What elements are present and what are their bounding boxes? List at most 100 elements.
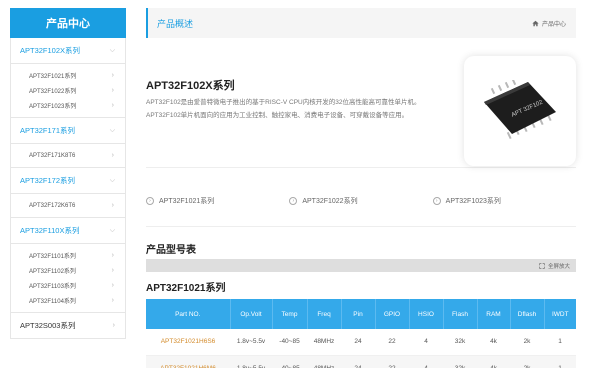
sidebar-item[interactable]: APT32F172K6T6 › xyxy=(11,198,125,213)
main-content: 产品概述 产品中心 APT32F102X系列 APT32F102是由爱普特微电子… xyxy=(146,8,576,368)
chevron-down-icon: ⌵ xyxy=(109,126,115,134)
variant-link[interactable]: › APT32F1021系列 xyxy=(146,196,289,206)
page-title: 产品概述 xyxy=(157,18,194,29)
col-header: Dflash xyxy=(510,299,545,329)
col-header: Pin xyxy=(341,299,376,329)
table-cell: -40~85 xyxy=(272,329,307,356)
col-header: HSIO xyxy=(409,299,444,329)
chevron-right-icon: › xyxy=(111,87,114,94)
chevron-right-icon: › xyxy=(111,102,114,109)
category-label: APT32F172系列 xyxy=(20,176,76,185)
table-cell: 22 xyxy=(375,355,409,368)
submenu-apt32f102x: APT32F1021系列 › APT32F1022系列 › APT32F1023系列… xyxy=(10,64,126,118)
chevron-down-icon: ⌵ xyxy=(109,46,115,54)
fullscreen-bar[interactable]: 全屏放大 xyxy=(146,259,576,272)
col-header: Temp xyxy=(272,299,308,329)
sidebar-item[interactable]: APT32F1102系列 › xyxy=(11,263,125,278)
part-number-link[interactable]: APT32F1021H6M6 xyxy=(146,355,230,368)
table-cell: 1.8v~5.5v xyxy=(230,329,272,356)
arrow-circle-icon: › xyxy=(432,197,441,205)
variant-link[interactable]: › APT32F1022系列 xyxy=(289,196,432,206)
sidebar-item[interactable]: APT32F1101系列 › xyxy=(11,248,125,263)
category-label: APT32F110X系列 xyxy=(20,226,80,235)
sidebar-title: 产品中心 xyxy=(10,8,126,38)
col-header: RAM xyxy=(477,299,511,329)
chevron-right-icon: › xyxy=(111,152,114,159)
table-cell: -40~85 xyxy=(272,355,307,368)
table-cell: 4k xyxy=(477,355,510,368)
sidebar-category-apt32f171[interactable]: APT32F171系列 ⌵ xyxy=(10,118,126,144)
chevron-right-icon: › xyxy=(111,282,114,289)
sidebar-item[interactable]: APT32F1023系列 › xyxy=(11,98,125,113)
chevron-right-icon: › xyxy=(111,252,114,259)
chevron-right-icon: › xyxy=(111,267,114,274)
part-number-link[interactable]: APT32F1021H6S6 xyxy=(146,329,230,356)
submenu-apt32f110x: APT32F1101系列 › APT32F1102系列 › APT32F1103系列… xyxy=(10,244,126,313)
variant-links: › APT32F1021系列 › APT32F1022系列 › APT32F10… xyxy=(146,196,576,206)
variant-link[interactable]: › APT32F1023系列 xyxy=(432,196,576,206)
sidebar-item[interactable]: APT32F1022系列 › xyxy=(11,83,125,98)
sidebar-item[interactable]: APT32F171K8T6 › xyxy=(11,148,125,163)
col-header: Op.Volt xyxy=(230,299,273,329)
table-cell: 32k xyxy=(443,329,477,356)
sidebar-category-apt32f110x[interactable]: APT32F110X系列 ⌵ xyxy=(10,218,126,244)
table-cell: 32k xyxy=(443,355,477,368)
sidebar-category-apt32f172[interactable]: APT32F172系列 ⌵ xyxy=(10,168,126,194)
table-row: APT32F1021H6S6 1.8v~5.5v -40~85 48MHz 24… xyxy=(146,329,576,356)
sidebar-item[interactable]: APT32F1104系列 › xyxy=(11,293,125,308)
sidebar-category-apt32f102x[interactable]: APT32F102X系列 ⌵ xyxy=(10,38,126,64)
category-label: APT32F102X系列 xyxy=(20,46,81,55)
col-header: GPIO xyxy=(375,299,410,329)
col-header: Freq xyxy=(307,299,342,329)
table-cell: 24 xyxy=(341,329,375,356)
table-cell: 2k xyxy=(510,355,544,368)
section-header: 产品概述 产品中心 xyxy=(146,8,576,38)
arrow-circle-icon: › xyxy=(146,197,154,205)
table-cell: 1 xyxy=(544,355,576,368)
category-label: APT32F171系列 xyxy=(20,126,76,135)
product-title: APT32F102X系列 xyxy=(146,80,235,92)
fullscreen-icon xyxy=(539,262,545,269)
arrow-circle-icon: › xyxy=(289,197,298,205)
chevron-down-icon: ⌵ xyxy=(109,176,115,184)
model-table-title: 产品型号表 xyxy=(146,245,196,256)
breadcrumb-link[interactable]: 产品中心 xyxy=(542,19,566,28)
table-cell: 48MHz xyxy=(307,355,341,368)
table-cell: 2k xyxy=(510,329,544,356)
sidebar-item[interactable]: APT32F1103系列 › xyxy=(11,278,125,293)
table-cell: 22 xyxy=(375,329,409,356)
table-cell: 1 xyxy=(544,329,576,356)
table-cell: 24 xyxy=(341,355,375,368)
table-cell: 4 xyxy=(409,329,443,356)
spec-table: Part NO. Op.Volt Temp Freq Pin GPIO HSIO… xyxy=(146,299,576,368)
table-header-row: Part NO. Op.Volt Temp Freq Pin GPIO HSIO… xyxy=(146,299,576,329)
col-header: IWDT xyxy=(544,299,576,329)
chevron-right-icon: › xyxy=(112,322,115,329)
series-title: APT32F1021系列 xyxy=(146,283,226,294)
product-sidebar: 产品中心 APT32F102X系列 ⌵ APT32F1021系列 › APT32F… xyxy=(10,8,126,368)
table-cell: 4k xyxy=(477,329,510,356)
chevron-right-icon: › xyxy=(111,72,114,79)
fullscreen-label: 全屏放大 xyxy=(547,263,570,270)
product-image-card: APT 32F102 xyxy=(464,56,576,166)
chevron-down-icon: ⌵ xyxy=(109,226,115,234)
divider xyxy=(146,226,576,227)
table-row: APT32F1021H6M6 1.8v~5.5v -40~85 48MHz 24… xyxy=(146,355,576,368)
chevron-right-icon: › xyxy=(111,202,114,209)
table-cell: 48MHz xyxy=(307,329,341,356)
product-description: APT32F102是由爱普特微电子推出的基于RISC-V CPU内核开发的32位… xyxy=(146,99,421,119)
chip-image: APT 32F102 xyxy=(484,80,556,140)
breadcrumb[interactable]: 产品中心 xyxy=(532,19,566,28)
table-cell: 4 xyxy=(409,355,443,368)
col-header: Flash xyxy=(443,299,478,329)
chevron-right-icon: › xyxy=(111,297,114,304)
submenu-apt32f172: APT32F172K6T6 › xyxy=(10,194,126,218)
submenu-apt32f171: APT32F171K8T6 › xyxy=(10,144,126,168)
col-header: Part NO. xyxy=(146,299,231,329)
table-cell: 1.8v~5.5v xyxy=(230,355,272,368)
sidebar-category-apt32s003[interactable]: APT32S003系列 › xyxy=(10,313,126,339)
accent-bar xyxy=(146,8,148,38)
sidebar-item[interactable]: APT32F1021系列 › xyxy=(11,68,125,83)
home-icon xyxy=(532,20,539,26)
category-label: APT32S003系列 xyxy=(20,321,76,330)
